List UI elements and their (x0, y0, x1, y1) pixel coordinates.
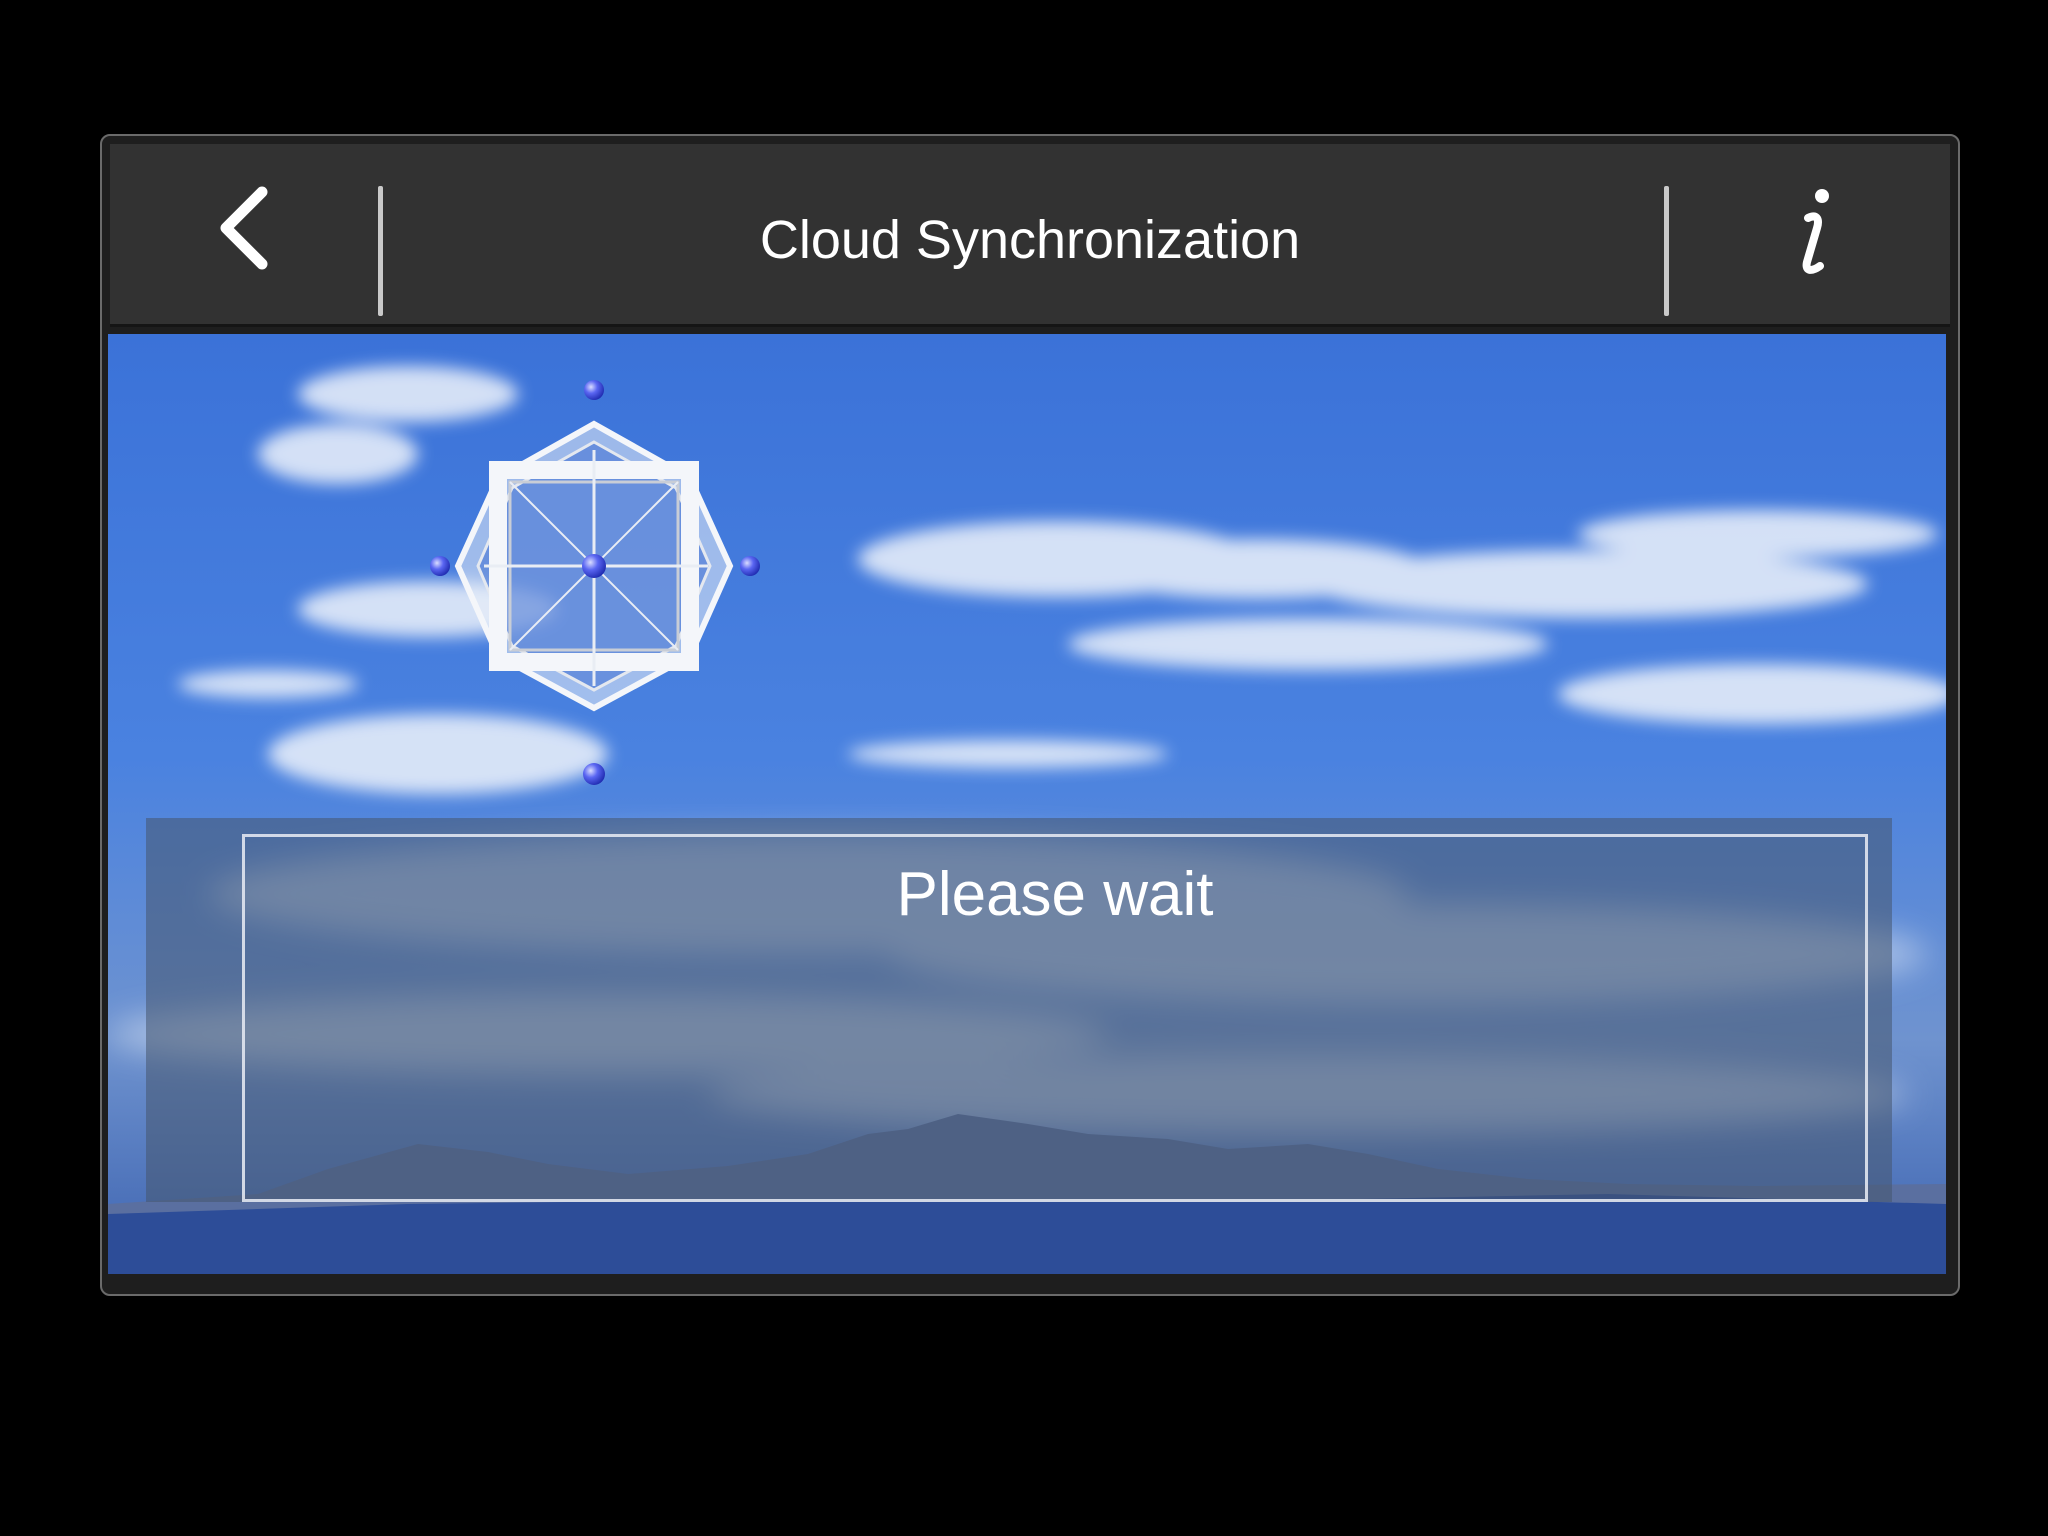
app-window: Cloud Synchronization Please wait (100, 134, 1960, 1296)
info-icon (1802, 189, 1829, 274)
title-bar: Cloud Synchronization (110, 144, 1950, 327)
message-box: Please wait (242, 834, 1868, 1202)
info-button[interactable] (1750, 174, 1870, 294)
page-title: Cloud Synchronization (759, 210, 1301, 270)
chevron-left-icon (220, 186, 268, 270)
status-message: Please wait (896, 860, 1214, 929)
title-divider-left (378, 186, 383, 316)
sync-rotation-icon (428, 370, 828, 810)
content-area: Please wait (108, 334, 1946, 1274)
title-divider-right (1664, 186, 1669, 316)
back-button[interactable] (180, 174, 300, 294)
